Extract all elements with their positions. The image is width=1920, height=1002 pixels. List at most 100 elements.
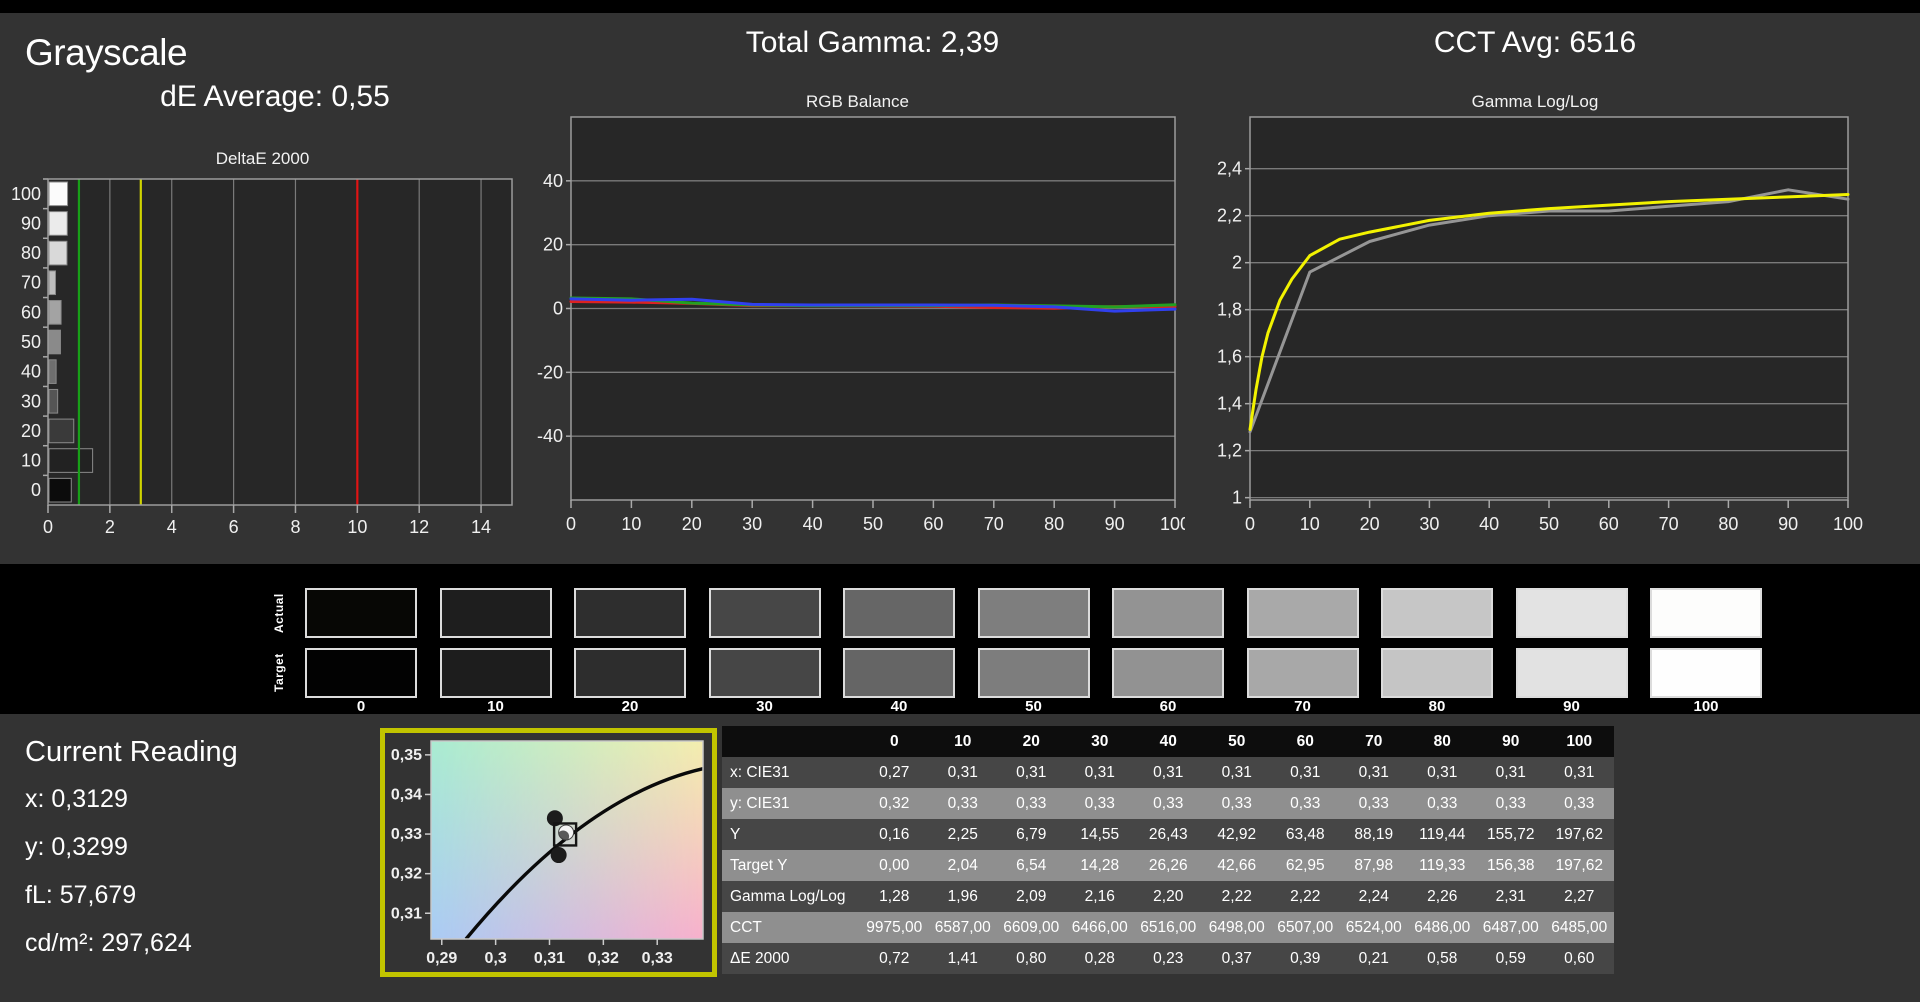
table-cell: 0,16 [860, 819, 929, 850]
table-cell: 2,31 [1476, 881, 1545, 912]
svg-text:90: 90 [21, 213, 41, 233]
table-cell: 2,20 [1134, 881, 1203, 912]
table-cell: 0,33 [1065, 788, 1134, 819]
svg-text:0: 0 [553, 299, 563, 319]
svg-text:70: 70 [1659, 514, 1679, 534]
svg-text:40: 40 [803, 514, 823, 534]
swatch-actual-20 [574, 588, 686, 638]
table-row-label: y: CIE31 [722, 788, 860, 819]
swatch-target-50 [977, 648, 1090, 698]
svg-text:20: 20 [543, 235, 563, 255]
table-cell: 6498,00 [1202, 912, 1271, 943]
swatch-target-0 [305, 648, 417, 698]
table-cell: 6516,00 [1134, 912, 1203, 943]
svg-text:8: 8 [290, 517, 300, 537]
svg-text:0,33: 0,33 [642, 950, 673, 967]
table-col-header: 50 [1202, 726, 1271, 757]
table-cell: 0,33 [928, 788, 997, 819]
table-cell: 2,26 [1408, 881, 1477, 912]
table-cell: 0,72 [860, 943, 929, 974]
table-col-header: 40 [1134, 726, 1203, 757]
table-col-header: 30 [1065, 726, 1134, 757]
table-cell: 2,25 [928, 819, 997, 850]
table-cell: 42,66 [1202, 850, 1271, 881]
table-cell: 0,33 [1545, 788, 1614, 819]
table-cell: 0,37 [1202, 943, 1271, 974]
swatch-actual-90 [1515, 588, 1628, 638]
svg-text:30: 30 [1419, 514, 1439, 534]
table-cell: 6609,00 [997, 912, 1066, 943]
table-col-header: 20 [997, 726, 1066, 757]
gamma-loglog-chart: 1 1,2 1,4 1,6 1,8 2 2,2 2,4 0 10 20 30 40 50 60 70 80 90 1… [1217, 116, 1863, 534]
swatch-level-label: 40 [890, 698, 908, 715]
svg-text:70: 70 [984, 514, 1004, 534]
svg-text:90: 90 [1778, 514, 1798, 534]
table-col-header: 100 [1545, 726, 1614, 757]
table-cell: 0,31 [1134, 757, 1203, 788]
table-cell: 6486,00 [1408, 912, 1477, 943]
table-cell: 6587,00 [928, 912, 997, 943]
svg-text:100: 100 [11, 184, 41, 204]
swatch-level-label: 20 [621, 698, 639, 715]
table-cell: 6485,00 [1545, 912, 1614, 943]
svg-text:50: 50 [1539, 514, 1559, 534]
table-row-label: ΔE 2000 [722, 943, 860, 974]
table-cell: 0,31 [928, 757, 997, 788]
swatch-target-100 [1650, 648, 1762, 698]
table-cell: 0,31 [1065, 757, 1134, 788]
table-cell: 0,31 [1545, 757, 1614, 788]
svg-text:0: 0 [31, 480, 41, 500]
table-row-label: Target Y [722, 850, 860, 881]
svg-text:20: 20 [21, 421, 41, 441]
table-cell: 2,22 [1202, 881, 1271, 912]
svg-text:20: 20 [682, 514, 702, 534]
table-cell: 6507,00 [1271, 912, 1340, 943]
svg-text:100: 100 [1160, 514, 1185, 534]
table-cell: 0,31 [1476, 757, 1545, 788]
table-cell: 0,23 [1134, 943, 1203, 974]
svg-text:30: 30 [21, 391, 41, 411]
table-col-header: 10 [928, 726, 997, 757]
swatch-actual-50 [977, 588, 1090, 638]
table-cell: 87,98 [1339, 850, 1408, 881]
svg-text:1,8: 1,8 [1217, 300, 1242, 320]
svg-text:-20: -20 [537, 362, 563, 382]
table-cell: 0,39 [1271, 943, 1340, 974]
svg-text:60: 60 [923, 514, 943, 534]
svg-text:60: 60 [21, 302, 41, 322]
table-cell: 2,24 [1339, 881, 1408, 912]
svg-text:0,34: 0,34 [391, 786, 422, 803]
table-cell: 0,31 [1202, 757, 1271, 788]
svg-text:-40: -40 [537, 426, 563, 446]
swatch-level-label: 10 [487, 698, 504, 715]
table-cell: 6466,00 [1065, 912, 1134, 943]
grayscale-title: Grayscale [25, 32, 188, 73]
swatch-actual-40 [843, 588, 955, 638]
swatch-actual-70 [1246, 588, 1359, 638]
cct-average-value: CCT Avg: 6516 [1433, 26, 1637, 59]
swatch-actual-10 [439, 588, 552, 638]
table-cell: 0,31 [1271, 757, 1340, 788]
table-cell: 0,00 [860, 850, 929, 881]
svg-text:4: 4 [167, 517, 177, 537]
svg-text:0,32: 0,32 [588, 950, 619, 967]
table-cell: 14,55 [1065, 819, 1134, 850]
svg-text:10: 10 [347, 517, 367, 537]
table-col-header: 70 [1339, 726, 1408, 757]
svg-text:40: 40 [543, 171, 563, 191]
svg-text:30: 30 [742, 514, 762, 534]
table-cell: 0,80 [997, 943, 1066, 974]
table-cell: 26,26 [1134, 850, 1203, 881]
swatch-level-label: 70 [1294, 698, 1311, 715]
swatch-level-label: 50 [1025, 698, 1042, 715]
swatch-target-20 [574, 648, 686, 698]
svg-text:0,3: 0,3 [485, 950, 507, 967]
table-col-header: 80 [1408, 726, 1477, 757]
svg-text:0: 0 [566, 514, 576, 534]
reading-y: y: 0,3299 [25, 833, 128, 861]
svg-text:100: 100 [1833, 514, 1863, 534]
svg-text:50: 50 [863, 514, 883, 534]
table-cell: 0,33 [1476, 788, 1545, 819]
table-cell: 63,48 [1271, 819, 1340, 850]
table-cell: 0,28 [1065, 943, 1134, 974]
